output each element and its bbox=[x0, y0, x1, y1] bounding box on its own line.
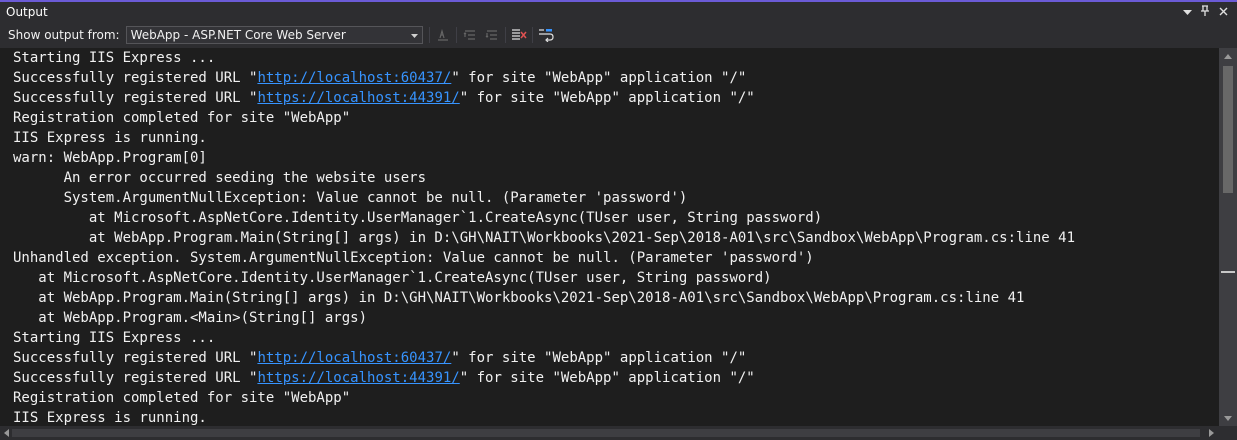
clear-all-button[interactable] bbox=[508, 25, 530, 45]
scroll-up-icon[interactable] bbox=[1219, 48, 1237, 64]
output-source-select[interactable]: WebApp - ASP.NET Core Web Server bbox=[125, 26, 423, 44]
output-line: An error occurred seeding the website us… bbox=[13, 170, 427, 186]
url-link[interactable]: http://localhost:60437/ bbox=[257, 70, 451, 86]
word-wrap-button[interactable] bbox=[535, 25, 557, 45]
previous-message-button[interactable] bbox=[459, 25, 481, 45]
pin-icon[interactable] bbox=[1199, 4, 1211, 20]
output-line: Starting IIS Express ... bbox=[13, 50, 216, 66]
output-line: Registration completed for site "WebApp" bbox=[13, 110, 351, 126]
url-link[interactable]: http://localhost:60437/ bbox=[257, 350, 451, 366]
output-line: Starting IIS Express ... bbox=[13, 330, 216, 346]
scroll-right-icon[interactable] bbox=[1205, 426, 1217, 440]
chevron-down-icon[interactable] bbox=[1181, 6, 1193, 19]
scroll-position-marker bbox=[1221, 271, 1235, 273]
url-link[interactable]: https://localhost:44391/ bbox=[257, 370, 459, 386]
output-line: at Microsoft.AspNetCore.Identity.UserMan… bbox=[13, 270, 772, 286]
toolbar-separator bbox=[428, 27, 430, 43]
output-line: at WebApp.Program.<Main>(String[] args) bbox=[13, 310, 368, 326]
find-message-button[interactable] bbox=[432, 25, 454, 45]
vertical-scrollbar[interactable] bbox=[1219, 48, 1237, 426]
output-text-area[interactable]: Starting IIS Express ... Successfully re… bbox=[0, 48, 1219, 440]
output-line: Unhandled exception. System.ArgumentNull… bbox=[13, 250, 814, 266]
scroll-left-icon[interactable] bbox=[0, 426, 12, 440]
dropdown-arrow-icon bbox=[410, 31, 418, 40]
toolbar-separator bbox=[531, 27, 533, 43]
url-link[interactable]: https://localhost:44391/ bbox=[257, 90, 459, 106]
close-icon[interactable] bbox=[1217, 6, 1229, 19]
clear-all-icon bbox=[511, 29, 527, 40]
toolbar-separator bbox=[504, 27, 506, 43]
output-line: at WebApp.Program.Main(String[] args) in… bbox=[13, 230, 1076, 246]
output-line: Successfully registered URL "https://loc… bbox=[13, 370, 755, 386]
horizontal-scrollbar[interactable] bbox=[0, 426, 1237, 440]
panel-titlebar: Output bbox=[0, 2, 1237, 22]
scroll-thumb[interactable] bbox=[1223, 66, 1233, 193]
word-wrap-icon bbox=[538, 29, 554, 42]
previous-message-icon bbox=[463, 30, 475, 40]
output-line: warn: WebApp.Program[0] bbox=[13, 150, 207, 166]
panel-title: Output bbox=[6, 5, 48, 19]
toolbar-separator bbox=[455, 27, 457, 43]
output-line: at WebApp.Program.Main(String[] args) in… bbox=[13, 290, 1025, 306]
output-line: Successfully registered URL "http://loca… bbox=[13, 350, 747, 366]
output-line: IIS Express is running. bbox=[13, 410, 207, 426]
output-source-value: WebApp - ASP.NET Core Web Server bbox=[130, 28, 346, 42]
output-line: Registration completed for site "WebApp" bbox=[13, 390, 351, 406]
output-line: System.ArgumentNullException: Value cann… bbox=[13, 190, 688, 206]
output-toolbar: Show output from: WebApp - ASP.NET Core … bbox=[0, 22, 1237, 48]
output-line: Successfully registered URL "https://loc… bbox=[13, 90, 755, 106]
output-line: IIS Express is running. bbox=[13, 130, 207, 146]
output-line: Successfully registered URL "http://loca… bbox=[13, 70, 747, 86]
show-output-from-label: Show output from: bbox=[8, 28, 120, 42]
next-message-icon bbox=[485, 30, 497, 40]
panel-window-controls bbox=[1181, 4, 1237, 20]
horizontal-scroll-thumb[interactable] bbox=[12, 429, 1200, 437]
next-message-button[interactable] bbox=[481, 25, 503, 45]
scroll-down-icon[interactable] bbox=[1219, 410, 1237, 426]
output-line: at Microsoft.AspNetCore.Identity.UserMan… bbox=[13, 210, 823, 226]
find-message-icon bbox=[437, 28, 448, 41]
